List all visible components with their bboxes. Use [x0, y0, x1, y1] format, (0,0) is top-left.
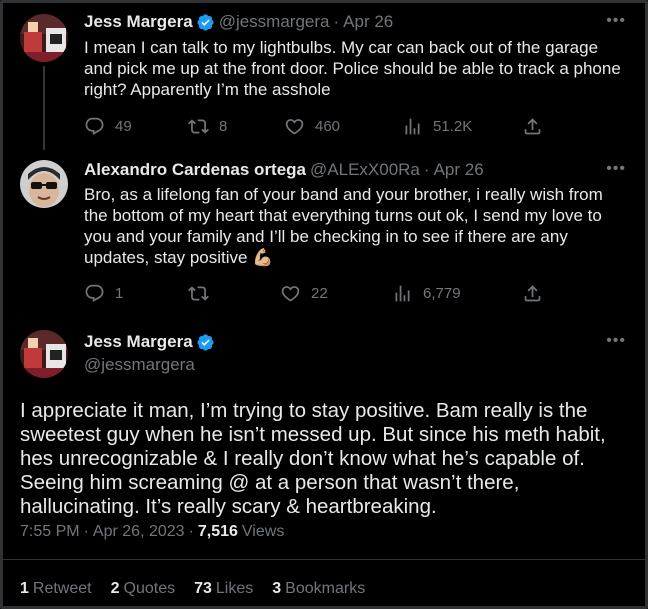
display-name[interactable]: Jess Margera [84, 12, 193, 32]
views-icon [405, 118, 420, 134]
tweet-actions: 1 22 6,779 [84, 281, 544, 305]
reply-count: 1 [115, 284, 124, 302]
retweet-count: 8 [219, 117, 228, 135]
handle[interactable]: @ALExX00Ra [310, 160, 420, 180]
reply-count: 49 [115, 117, 132, 135]
views-label: Views [241, 523, 285, 540]
reply-icon [85, 117, 104, 135]
avatar[interactable] [20, 160, 68, 208]
bookmarks-stat[interactable]: 3 Bookmarks [272, 580, 365, 598]
tweet-header: Alexandro Cardenas ortega @ALExX00Ra · A… [84, 160, 484, 180]
tweet-text: Bro, as a lifelong fan of your band and … [84, 184, 629, 269]
retweet-button[interactable] [188, 283, 219, 304]
separator-dot: · [83, 523, 89, 540]
main-tweet-text: I appreciate it man, I’m trying to stay … [20, 399, 606, 518]
like-button[interactable]: 460 [284, 116, 340, 137]
tweet-text-content: Bro, as a lifelong fan of your band and … [84, 185, 603, 267]
tweet-date[interactable]: Apr 26 [343, 12, 393, 32]
like-count: 22 [311, 284, 328, 302]
avatar[interactable] [20, 330, 68, 378]
retweet-icon [188, 285, 209, 301]
bookmarks-label: Bookmarks [285, 580, 366, 597]
tweet-time[interactable]: 7:55 PM [20, 523, 80, 541]
tweet-header: Jess Margera @jessmargera · Apr 26 [84, 12, 393, 32]
separator-dot: · [333, 12, 340, 31]
thread-line [43, 66, 45, 150]
avatar[interactable] [20, 14, 68, 62]
retweets-count: 1 [20, 580, 29, 597]
likes-stat[interactable]: 73 Likes [194, 580, 253, 598]
separator-dot: · [188, 523, 194, 540]
handle[interactable]: @jessmargera [84, 355, 195, 375]
views-icon [395, 285, 410, 301]
quotes-count: 2 [110, 580, 120, 597]
retweets-label: Retweet [32, 580, 92, 597]
more-icon[interactable]: ••• [606, 160, 626, 178]
like-icon [285, 118, 304, 135]
share-button[interactable] [522, 283, 553, 304]
engagement-stats: 1 Retweet 2 Quotes 73 Likes 3 Bookmarks [20, 580, 384, 598]
main-header: Jess Margera [84, 332, 215, 352]
likes-label: Likes [215, 580, 254, 597]
tweet-date[interactable]: Apr 26, 2023 [93, 523, 185, 541]
quotes-stat[interactable]: 2 Quotes [111, 580, 176, 598]
retweet-icon [188, 118, 209, 134]
views-button[interactable]: 6,779 [392, 283, 461, 304]
share-button[interactable] [522, 116, 553, 137]
retweet-button[interactable]: 8 [188, 116, 227, 137]
quotes-label: Quotes [123, 580, 176, 597]
reply-icon [85, 284, 104, 302]
display-name[interactable]: Jess Margera [84, 332, 193, 352]
views-count: 7,516 [197, 523, 238, 540]
reply-button[interactable]: 1 [84, 283, 123, 304]
separator-dot: · [423, 160, 430, 179]
bookmarks-count: 3 [272, 580, 282, 597]
reply-button[interactable]: 49 [84, 116, 132, 137]
tweet-actions: 49 8 460 51.2K [84, 114, 544, 138]
tweet-timestamp: 7:55 PM · Apr 26, 2023 · 7,516 Views [20, 523, 284, 541]
flexed-biceps-emoji: 💪🏼 [252, 248, 274, 268]
tweet-text: I mean I can talk to my lightbulbs. My c… [84, 38, 621, 99]
more-icon[interactable]: ••• [606, 12, 626, 30]
divider [3, 559, 645, 560]
verified-badge-icon [196, 333, 215, 352]
tweet-date[interactable]: Apr 26 [434, 160, 484, 180]
views-count: 6,779 [423, 284, 461, 302]
like-count: 460 [315, 117, 341, 135]
share-icon [524, 117, 541, 134]
display-name[interactable]: Alexandro Cardenas ortega [84, 160, 306, 180]
retweets-stat[interactable]: 1 Retweet [20, 580, 92, 598]
views-count: 51.2K [433, 117, 473, 135]
handle[interactable]: @jessmargera [219, 12, 330, 32]
like-icon [281, 285, 300, 302]
more-icon[interactable]: ••• [606, 332, 626, 350]
like-button[interactable]: 22 [280, 283, 328, 304]
verified-badge-icon [196, 13, 215, 32]
views-button[interactable]: 51.2K [402, 116, 472, 137]
likes-count: 73 [194, 580, 212, 597]
share-icon [524, 284, 541, 301]
